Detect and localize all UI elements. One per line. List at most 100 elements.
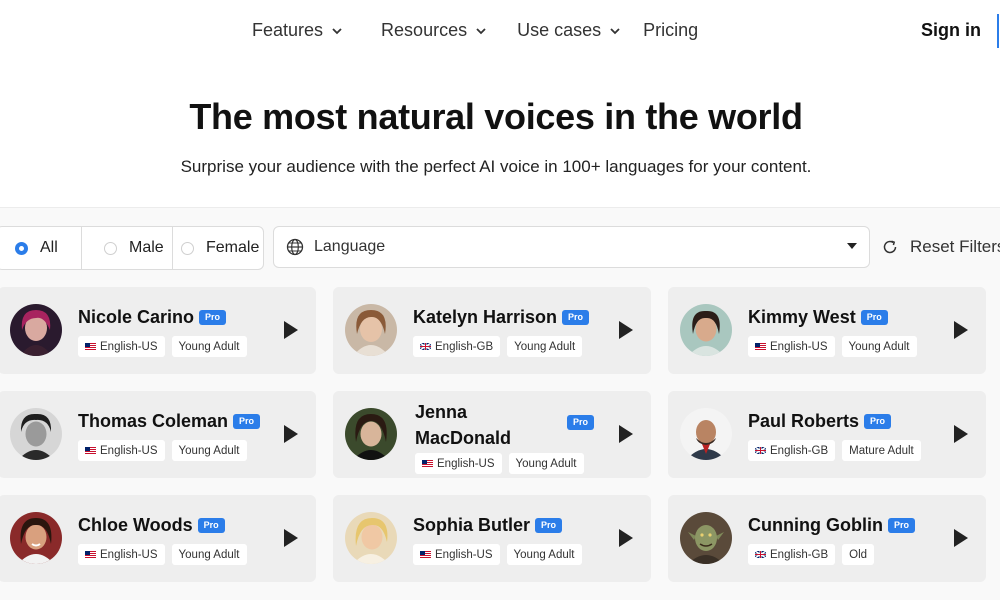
gender-option-male[interactable]: Male — [82, 227, 173, 269]
refresh-icon — [883, 240, 897, 254]
nav-resources[interactable]: Resources — [381, 20, 487, 41]
language-select-placeholder: Language — [314, 238, 386, 255]
caret-down-icon — [847, 243, 857, 249]
us-flag-icon — [420, 551, 431, 558]
globe-icon — [286, 238, 304, 256]
voice-library-section: All Male Female Language Reset Filters N… — [0, 207, 1000, 600]
voice-name-row: Kimmy West Pro — [748, 307, 888, 328]
age-tag: Young Adult — [171, 440, 247, 461]
pro-badge: Pro — [567, 415, 595, 430]
play-icon[interactable] — [284, 425, 298, 443]
voice-card[interactable]: Kimmy West Pro English-US Young Adult — [668, 287, 986, 374]
nav-use-cases-label: Use cases — [517, 20, 602, 40]
language-tag-label: English-US — [100, 548, 158, 561]
language-tag: English-US — [413, 544, 500, 565]
language-tag-label: English-US — [100, 444, 158, 457]
avatar — [345, 512, 397, 564]
voice-card[interactable]: Jenna MacDonald Pro English-US Young Adu… — [333, 391, 651, 478]
pro-badge: Pro — [535, 518, 563, 533]
voice-card[interactable]: Sophia Butler Pro English-US Young Adult — [333, 495, 651, 582]
language-tag-label: English-US — [100, 340, 158, 353]
pro-badge: Pro — [887, 518, 915, 533]
us-flag-icon — [755, 343, 766, 350]
nav-use-cases[interactable]: Use cases — [517, 20, 621, 41]
avatar — [345, 408, 397, 460]
play-icon[interactable] — [619, 321, 633, 339]
voice-tags: English-US Young Adult — [413, 544, 582, 565]
play-icon[interactable] — [619, 529, 633, 547]
reset-filters-button[interactable]: Reset Filters — [882, 237, 1000, 257]
gender-option-label: All — [40, 239, 58, 256]
top-nav: Features Resources Use cases Pricing Sig… — [0, 0, 1000, 64]
pro-badge: Pro — [864, 414, 892, 429]
play-icon[interactable] — [284, 321, 298, 339]
radio-icon — [104, 241, 117, 255]
language-tag: English-GB — [413, 336, 501, 357]
language-tag-label: English-US — [435, 548, 493, 561]
voice-name: Paul Roberts — [748, 411, 860, 431]
voice-name: Nicole Carino — [78, 307, 195, 327]
play-icon[interactable] — [954, 425, 968, 443]
voice-card[interactable]: Nicole Carino Pro English-US Young Adult — [0, 287, 316, 374]
gender-option-label: Male — [129, 239, 164, 256]
play-icon[interactable] — [954, 321, 968, 339]
language-tag: English-GB — [748, 544, 836, 565]
pro-badge: Pro — [233, 414, 261, 429]
avatar — [680, 512, 732, 564]
age-tag: Young Adult — [506, 544, 582, 565]
us-flag-icon — [85, 447, 96, 454]
voice-card[interactable]: Cunning Goblin Pro English-GB Old — [668, 495, 986, 582]
gender-option-all[interactable]: All — [0, 227, 82, 269]
voice-name-row: Chloe Woods Pro — [78, 515, 225, 536]
voice-name: Cunning Goblin — [748, 515, 883, 535]
nav-pricing[interactable]: Pricing — [643, 20, 698, 41]
voice-name-row: Paul Roberts Pro — [748, 411, 892, 432]
language-tag: English-GB — [748, 440, 836, 461]
language-select[interactable]: Language — [273, 226, 870, 268]
age-tag: Old — [842, 544, 875, 565]
language-tag: English-US — [78, 440, 165, 461]
gender-filter: All Male Female — [0, 226, 264, 270]
chevron-down-icon — [332, 27, 342, 34]
age-tag: Young Adult — [507, 336, 583, 357]
play-icon[interactable] — [954, 529, 968, 547]
age-tag: Young Adult — [508, 453, 584, 474]
language-tag-label: English-GB — [770, 548, 829, 561]
language-tag-label: English-US — [437, 457, 495, 470]
voice-tags: English-US Young Adult — [78, 544, 247, 565]
us-flag-icon — [422, 460, 433, 467]
gb-flag-icon — [755, 447, 766, 454]
language-tag-label: English-US — [770, 340, 828, 353]
us-flag-icon — [85, 343, 96, 350]
voice-card[interactable]: Thomas Coleman Pro English-US Young Adul… — [0, 391, 316, 478]
voice-card[interactable]: Katelyn Harrison Pro English-GB Young Ad… — [333, 287, 651, 374]
voice-tags: English-US Young Adult — [415, 453, 584, 474]
language-tag-label: English-GB — [435, 340, 494, 353]
voice-name: Thomas Coleman — [78, 411, 229, 431]
voice-name-row: Katelyn Harrison Pro — [413, 307, 590, 328]
voice-tags: English-US Young Adult — [748, 336, 917, 357]
age-tag: Young Adult — [171, 544, 247, 565]
voice-tags: English-GB Young Adult — [413, 336, 583, 357]
voice-card[interactable]: Chloe Woods Pro English-US Young Adult — [0, 495, 316, 582]
radio-selected-icon — [15, 241, 28, 255]
play-icon[interactable] — [619, 425, 633, 443]
voice-card[interactable]: Paul Roberts Pro English-GB Mature Adult — [668, 391, 986, 478]
us-flag-icon — [85, 551, 96, 558]
voice-tags: English-US Young Adult — [78, 440, 247, 461]
avatar — [680, 304, 732, 356]
gender-option-female[interactable]: Female — [173, 227, 263, 269]
nav-features[interactable]: Features — [252, 20, 343, 41]
avatar — [10, 512, 62, 564]
age-tag: Mature Adult — [842, 440, 921, 461]
nav-resources-label: Resources — [381, 20, 468, 40]
avatar — [680, 408, 732, 460]
language-tag: English-US — [78, 544, 165, 565]
chevron-down-icon — [610, 27, 620, 34]
gender-option-label: Female — [206, 239, 260, 256]
voice-name-row: Cunning Goblin Pro — [748, 515, 915, 536]
pro-badge: Pro — [562, 310, 590, 325]
language-tag: English-US — [748, 336, 835, 357]
sign-in-link[interactable]: Sign in — [921, 20, 981, 41]
play-icon[interactable] — [284, 529, 298, 547]
